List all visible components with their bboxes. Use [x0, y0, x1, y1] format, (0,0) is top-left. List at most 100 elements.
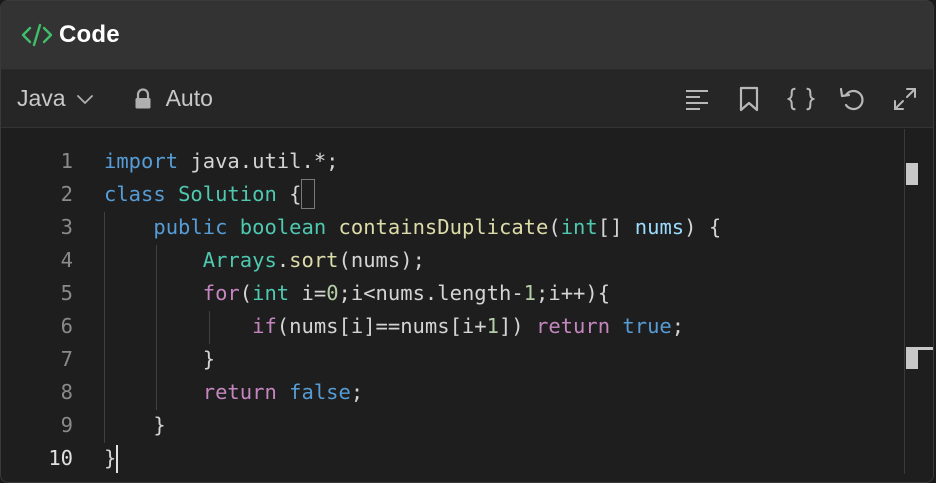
line-number: 5	[60, 281, 73, 305]
scrollbar-marker	[918, 347, 933, 350]
code-token: ;i<nums.length-	[338, 281, 524, 305]
format-button[interactable]	[683, 85, 711, 113]
code-token: int	[560, 215, 598, 239]
editor-toolbar: Java Auto	[1, 70, 933, 128]
code-token: if	[252, 314, 277, 338]
code-text: class Solution {	[104, 178, 302, 211]
code-token: (nums);	[338, 248, 425, 272]
code-token: Arrays	[202, 248, 277, 272]
code-token: boolean	[239, 215, 327, 239]
code-text: }	[104, 442, 116, 475]
expand-button[interactable]	[891, 85, 919, 113]
code-token: Solution	[178, 182, 277, 206]
code-panel: Code Java Auto 1 import java.util.*; 2 c…	[0, 0, 934, 483]
line-number: 1	[60, 149, 73, 173]
code-text: }	[104, 409, 166, 442]
language-label: Java	[17, 85, 66, 111]
panel-title: Code	[59, 21, 120, 48]
code-line: 8 return false;	[1, 376, 901, 409]
code-text: for(int i=0;i<nums.length-1;i++){	[104, 277, 610, 310]
code-token: return	[536, 314, 611, 338]
code-token: nums	[634, 215, 685, 239]
code-text: import java.util.*;	[104, 145, 339, 178]
code-token: }	[104, 446, 117, 470]
line-number: 2	[60, 182, 73, 206]
line-number: 7	[60, 347, 73, 371]
code-token: }	[104, 347, 216, 371]
language-select[interactable]: Java	[17, 85, 94, 112]
code-token: (nums[i]==nums[i+	[276, 314, 487, 338]
code-token: }	[104, 413, 166, 437]
code-line: 2 class Solution {	[1, 178, 901, 211]
code-token: (	[239, 281, 253, 305]
code-line: 5 for(int i=0;i<nums.length-1;i++){	[1, 277, 901, 310]
line-number: 4	[60, 248, 73, 272]
code-token: class	[104, 182, 166, 206]
code-text: public boolean containsDuplicate(int[] n…	[104, 211, 721, 244]
code-line: 1 import java.util.*;	[1, 145, 901, 178]
code-token: ;i++){	[536, 281, 611, 305]
format-icon	[686, 90, 708, 110]
bookmark-button[interactable]	[735, 85, 763, 113]
code-token: public	[153, 215, 228, 239]
expand-icon	[894, 88, 916, 110]
code-token: .	[276, 248, 290, 272]
line-number: 3	[60, 215, 73, 239]
code-token: {	[276, 182, 302, 206]
braces-icon	[787, 87, 815, 111]
code-token: containsDuplicate	[338, 215, 549, 239]
code-token: int	[252, 281, 290, 305]
reset-button[interactable]	[839, 85, 867, 113]
code-token: true	[622, 314, 672, 338]
bookmark-icon	[739, 86, 759, 112]
code-token: false	[289, 380, 351, 404]
code-editor[interactable]: 1 import java.util.*; 2 class Solution {3 p…	[1, 129, 933, 482]
code-token: 1	[486, 314, 499, 338]
scrollbar-thumb[interactable]	[906, 347, 918, 369]
mode-indicator[interactable]: Auto	[134, 85, 213, 112]
reset-icon	[839, 87, 864, 111]
code-token: ;	[350, 380, 364, 404]
code-line: 7 }	[1, 343, 901, 376]
code-text: }	[104, 343, 215, 376]
code-token: (	[548, 215, 561, 239]
code-token: import	[104, 149, 179, 173]
line-number: 10	[48, 446, 73, 470]
code-text: if(nums[i]==nums[i+1]) return true;	[104, 310, 684, 343]
code-line: 6 if(nums[i]==nums[i+1]) return true;	[1, 310, 901, 343]
code-line: 3 public boolean containsDuplicate(int[]…	[1, 211, 901, 244]
lock-icon	[135, 87, 151, 108]
code-token: i=	[289, 281, 327, 305]
code-token: ])	[498, 314, 536, 338]
mode-label: Auto	[165, 85, 213, 111]
braces-button[interactable]	[787, 85, 815, 113]
code-token: sort	[289, 248, 339, 272]
toolbar-actions	[659, 70, 919, 128]
code-text: return false;	[104, 376, 363, 409]
line-number: 9	[60, 413, 73, 437]
overview-ruler[interactable]	[904, 129, 905, 474]
line-number: 6	[60, 314, 73, 338]
panel-header: Code	[1, 1, 933, 70]
scrollbar-marker	[906, 163, 918, 185]
code-token: []	[597, 215, 635, 239]
code-line: 4 Arrays.sort(nums);	[1, 244, 901, 277]
code-token: java.util.*;	[178, 149, 339, 173]
line-number: 8	[60, 380, 73, 404]
code-token: ;	[671, 314, 685, 338]
code-line: 10}	[1, 442, 901, 475]
chevron-down-icon	[76, 94, 93, 104]
code-token: 0	[326, 281, 339, 305]
code-line: 9 }	[1, 409, 901, 442]
code-text: Arrays.sort(nums);	[104, 244, 425, 277]
